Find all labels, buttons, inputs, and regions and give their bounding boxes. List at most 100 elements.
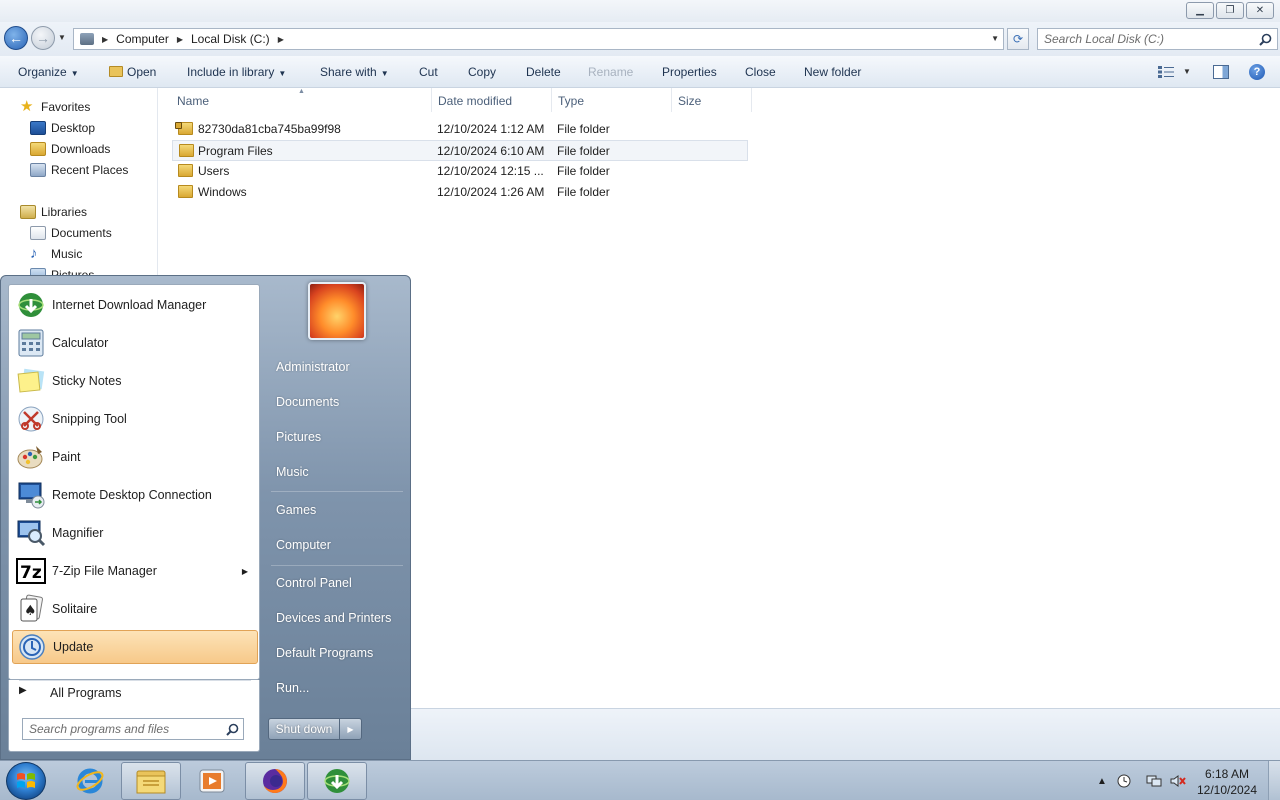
program-internet-download-manager[interactable]: Internet Download Manager bbox=[12, 288, 258, 322]
file-type: File folder bbox=[557, 144, 610, 158]
shut-down-button[interactable]: Shut down bbox=[268, 718, 340, 740]
forward-button[interactable]: → bbox=[31, 26, 55, 50]
search-icon[interactable] bbox=[1259, 33, 1272, 46]
new-folder-button[interactable]: New folder bbox=[804, 65, 861, 79]
start-item-pictures[interactable]: Pictures bbox=[276, 430, 321, 444]
file-row[interactable]: Windows 12/10/2024 1:26 AM File folder bbox=[172, 182, 748, 203]
delete-button[interactable]: Delete bbox=[526, 65, 561, 79]
share-with-menu[interactable]: Share with ▼ bbox=[320, 65, 389, 79]
program-calculator[interactable]: Calculator bbox=[12, 326, 258, 360]
program-paint[interactable]: Paint bbox=[12, 440, 258, 474]
calculator-icon bbox=[15, 327, 47, 359]
nav-desktop[interactable]: Desktop bbox=[30, 121, 95, 135]
breadcrumb-separator[interactable]: ▶ bbox=[278, 35, 284, 44]
close-folder-button[interactable]: Close bbox=[745, 65, 776, 79]
start-item-computer[interactable]: Computer bbox=[276, 538, 331, 552]
column-divider[interactable] bbox=[751, 88, 752, 112]
clock-tray-icon[interactable] bbox=[1116, 773, 1132, 789]
show-hidden-icons-icon[interactable]: ▲ bbox=[1094, 773, 1110, 789]
program-magnifier[interactable]: Magnifier bbox=[12, 516, 258, 550]
refresh-button[interactable]: ⟳ bbox=[1007, 28, 1029, 50]
column-divider[interactable] bbox=[551, 88, 552, 112]
breadcrumb-separator[interactable]: ▶ bbox=[177, 35, 183, 44]
view-options-dropdown[interactable]: ▼ bbox=[1183, 67, 1191, 76]
program-snipping-tool[interactable]: Snipping Tool bbox=[12, 402, 258, 436]
start-item-run[interactable]: Run... bbox=[276, 681, 309, 695]
file-row[interactable]: 82730da81cba745ba99f98 12/10/2024 1:12 A… bbox=[172, 119, 748, 140]
taskbar-clock[interactable]: 6:18 AM 12/10/2024 bbox=[1193, 766, 1261, 798]
rename-button[interactable]: Rename bbox=[588, 65, 633, 79]
media-player-icon bbox=[199, 769, 225, 793]
close-button[interactable]: ✕ bbox=[1246, 2, 1274, 19]
taskbar-media-player[interactable] bbox=[182, 762, 242, 800]
start-item-music[interactable]: Music bbox=[276, 465, 309, 479]
breadcrumb-separator[interactable]: ▶ bbox=[102, 35, 108, 44]
start-search-box[interactable] bbox=[22, 718, 244, 740]
minimize-button[interactable]: ▁ bbox=[1186, 2, 1214, 19]
nav-recent-places[interactable]: Recent Places bbox=[30, 163, 128, 177]
file-type: File folder bbox=[557, 122, 610, 136]
change-view-icon[interactable] bbox=[1158, 66, 1174, 78]
user-avatar[interactable] bbox=[308, 282, 366, 340]
documents-icon bbox=[30, 226, 46, 240]
all-programs-button[interactable]: ▶ All Programs bbox=[8, 680, 260, 704]
column-divider[interactable] bbox=[671, 88, 672, 112]
copy-button[interactable]: Copy bbox=[468, 65, 496, 79]
nav-libraries[interactable]: Libraries bbox=[20, 205, 87, 219]
include-in-library-menu[interactable]: Include in library ▼ bbox=[187, 65, 286, 79]
properties-button[interactable]: Properties bbox=[662, 65, 717, 79]
nav-music[interactable]: ♪ Music bbox=[30, 246, 82, 261]
start-item-default-programs[interactable]: Default Programs bbox=[276, 646, 373, 660]
program-7zip-file-manager[interactable]: 7z 7-Zip File Manager ▶ bbox=[12, 554, 258, 588]
cut-button[interactable]: Cut bbox=[419, 65, 438, 79]
start-item-control-panel[interactable]: Control Panel bbox=[276, 576, 352, 590]
back-button[interactable]: ← bbox=[4, 26, 28, 50]
taskbar-windows-explorer[interactable] bbox=[121, 762, 181, 800]
column-header-name[interactable]: Name bbox=[177, 94, 209, 108]
taskbar-internet-download-manager[interactable] bbox=[307, 762, 367, 800]
submenu-arrow-icon[interactable]: ▶ bbox=[242, 567, 248, 576]
start-item-administrator[interactable]: Administrator bbox=[276, 360, 350, 374]
start-item-devices-and-printers[interactable]: Devices and Printers bbox=[276, 611, 391, 625]
search-icon[interactable] bbox=[226, 723, 239, 736]
file-row[interactable]: Users 12/10/2024 12:15 ... File folder bbox=[172, 161, 748, 182]
column-header-size[interactable]: Size bbox=[678, 94, 701, 108]
nav-favorites[interactable]: ★ Favorites bbox=[20, 98, 90, 115]
organize-menu[interactable]: Organize ▼ bbox=[18, 65, 79, 79]
file-row[interactable]: Program Files 12/10/2024 6:10 AM File fo… bbox=[172, 140, 748, 161]
volume-muted-icon[interactable] bbox=[1170, 773, 1186, 789]
address-dropdown-icon[interactable]: ▼ bbox=[991, 34, 999, 43]
taskbar-internet-explorer[interactable] bbox=[60, 762, 120, 800]
taskbar-firefox[interactable] bbox=[245, 762, 305, 800]
breadcrumb-local-disk[interactable]: Local Disk (C:) bbox=[191, 32, 270, 46]
window-titlebar: ▁ ❐ ✕ bbox=[0, 0, 1280, 22]
start-button[interactable] bbox=[6, 762, 46, 800]
column-header-type[interactable]: Type bbox=[558, 94, 584, 108]
preview-pane-icon[interactable] bbox=[1213, 65, 1229, 79]
address-row: ← → ▼ ▶ Computer ▶ Local Disk (C:) ▶ ▼ ⟳ bbox=[0, 22, 1280, 56]
address-bar[interactable]: ▶ Computer ▶ Local Disk (C:) ▶ ▼ bbox=[73, 28, 1004, 50]
program-sticky-notes[interactable]: Sticky Notes bbox=[12, 364, 258, 398]
help-icon[interactable]: ? bbox=[1249, 64, 1265, 80]
star-icon: ★ bbox=[20, 98, 34, 115]
open-folder-icon bbox=[109, 66, 123, 77]
program-update[interactable]: Update bbox=[12, 630, 258, 664]
nav-downloads[interactable]: Downloads bbox=[30, 142, 110, 156]
search-box[interactable] bbox=[1037, 28, 1278, 50]
start-item-games[interactable]: Games bbox=[276, 503, 316, 517]
search-input[interactable] bbox=[1044, 29, 1254, 49]
show-desktop-button[interactable] bbox=[1268, 761, 1280, 800]
network-icon[interactable] bbox=[1146, 773, 1162, 789]
start-search-input[interactable] bbox=[29, 719, 219, 739]
open-button[interactable]: Open bbox=[109, 65, 156, 79]
nav-documents[interactable]: Documents bbox=[30, 226, 112, 240]
breadcrumb-computer[interactable]: Computer bbox=[116, 32, 169, 46]
program-solitaire[interactable]: ♠ Solitaire bbox=[12, 592, 258, 626]
maximize-button[interactable]: ❐ bbox=[1216, 2, 1244, 19]
start-item-documents[interactable]: Documents bbox=[276, 395, 339, 409]
column-divider[interactable] bbox=[431, 88, 432, 112]
recent-pages-dropdown[interactable]: ▼ bbox=[58, 33, 66, 42]
program-remote-desktop-connection[interactable]: Remote Desktop Connection bbox=[12, 478, 258, 512]
column-header-date-modified[interactable]: Date modified bbox=[438, 94, 512, 108]
shut-down-options-arrow-icon[interactable]: ▶ bbox=[339, 718, 362, 740]
